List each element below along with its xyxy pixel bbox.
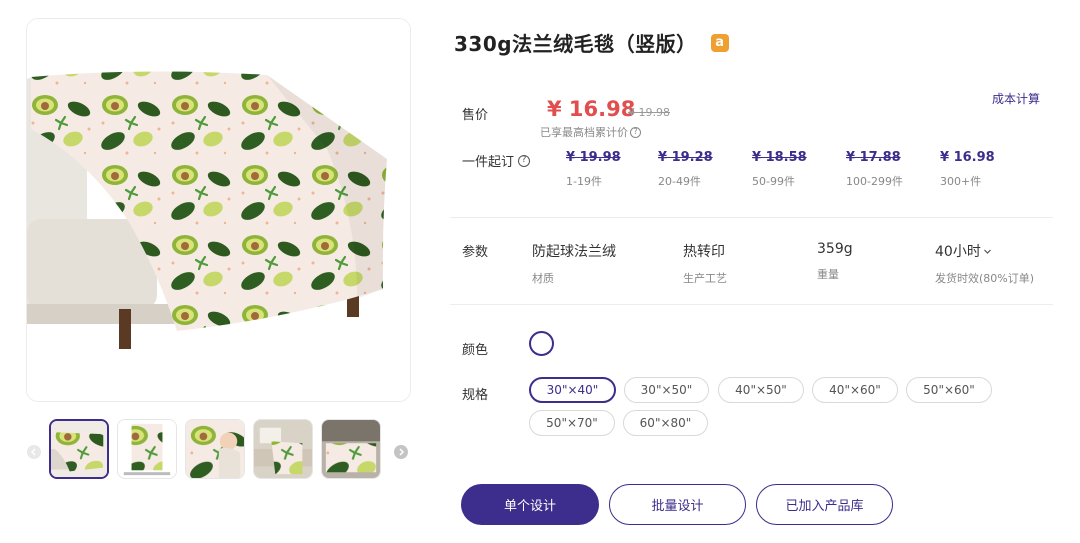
tier-range: 20-49件: [658, 175, 701, 188]
thumb-next-button[interactable]: [394, 445, 408, 459]
thumbnail-5[interactable]: [321, 419, 381, 479]
cost-calculation-link[interactable]: 成本计算: [992, 90, 1040, 107]
moq-label: 一件起订: [462, 155, 515, 170]
size-option[interactable]: 50"×70": [529, 410, 615, 436]
param-value: 热转印: [683, 244, 725, 260]
param-key: 重量: [817, 268, 839, 281]
thumbnail-4[interactable]: [253, 419, 313, 479]
tier-price: ¥ 19.98: [566, 150, 621, 165]
param-material: 防起球法兰绒 材质: [532, 241, 616, 286]
price-label: 售价: [462, 108, 489, 123]
tier-range: 100-299件: [846, 175, 903, 188]
param-value: 40小时: [935, 244, 981, 260]
batch-design-button[interactable]: 批量设计: [609, 484, 746, 525]
color-label: 颜色: [462, 343, 489, 358]
param-weight: 359g 重量: [817, 241, 853, 282]
single-design-button[interactable]: 单个设计: [461, 484, 599, 525]
thumbnail-3[interactable]: [185, 419, 245, 479]
price-tier: ¥ 19.28 20-49件: [658, 150, 758, 189]
tier-price: ¥ 18.58: [752, 150, 807, 165]
param-value: 359g: [817, 241, 853, 257]
tier-range: 300+件: [940, 175, 982, 188]
thumbnail-2[interactable]: [117, 419, 177, 479]
size-label: 规格: [462, 388, 489, 403]
size-option[interactable]: 30"×50": [624, 377, 709, 403]
price-note: 已享最高档累计价 ?: [540, 124, 641, 140]
size-option[interactable]: 40"×50": [718, 377, 804, 403]
thumb-prev-button[interactable]: [27, 445, 41, 459]
tier-range: 50-99件: [752, 175, 795, 188]
current-price: ¥ 16.98: [547, 97, 636, 121]
price-tier: ¥ 17.88 100-299件: [846, 150, 946, 189]
size-option[interactable]: 60"×80": [623, 410, 708, 436]
param-value: 防起球法兰绒: [532, 244, 616, 260]
tier-price: ¥ 16.98: [940, 150, 995, 165]
amazon-badge-letter: a: [715, 35, 724, 50]
thumbnail-1[interactable]: [49, 419, 109, 479]
size-option[interactable]: 50"×60": [906, 377, 992, 403]
divider: [450, 304, 1053, 305]
original-price: ¥ 19.98: [628, 106, 670, 119]
tier-range: 1-19件: [566, 175, 602, 188]
param-key: 生产工艺: [683, 272, 727, 285]
size-option[interactable]: 30"×40": [529, 377, 616, 403]
moq-label-row: 一件起订 ?: [462, 151, 531, 170]
price-note-text: 已享最高档累计价: [540, 126, 628, 139]
price-tier: ¥ 19.98 1-19件: [566, 150, 666, 189]
tier-price: ¥ 19.28: [658, 150, 713, 165]
chevron-left-icon: [27, 445, 41, 459]
added-to-library-button[interactable]: 已加入产品库: [756, 484, 893, 525]
thumbnail-strip: [49, 419, 381, 479]
amazon-icon: a: [710, 33, 729, 52]
tier-price: ¥ 17.88: [846, 150, 901, 165]
help-icon[interactable]: ?: [518, 154, 531, 167]
params-label: 参数: [462, 245, 489, 260]
param-key: 发货时效(80%订单): [935, 272, 1035, 285]
param-process: 热转印 生产工艺: [683, 241, 727, 286]
product-title: 330g法兰绒毛毯（竖版）: [454, 32, 697, 56]
help-icon[interactable]: ?: [630, 126, 641, 138]
size-option[interactable]: 40"×60": [812, 377, 898, 403]
price-tier: ¥ 18.58 50-99件: [752, 150, 852, 189]
title-row: 330g法兰绒毛毯（竖版） a: [454, 28, 729, 57]
param-key: 材质: [532, 272, 554, 285]
chevron-right-icon: [394, 445, 408, 459]
param-value-row: 40小时: [935, 241, 1034, 261]
chevron-down-icon: [983, 249, 991, 254]
price-tier: ¥ 16.98 300+件: [940, 150, 1040, 189]
color-swatch-white[interactable]: [529, 331, 554, 356]
divider: [450, 217, 1053, 218]
param-delivery[interactable]: 40小时 发货时效(80%订单): [935, 241, 1034, 286]
product-main-image: [26, 18, 411, 402]
